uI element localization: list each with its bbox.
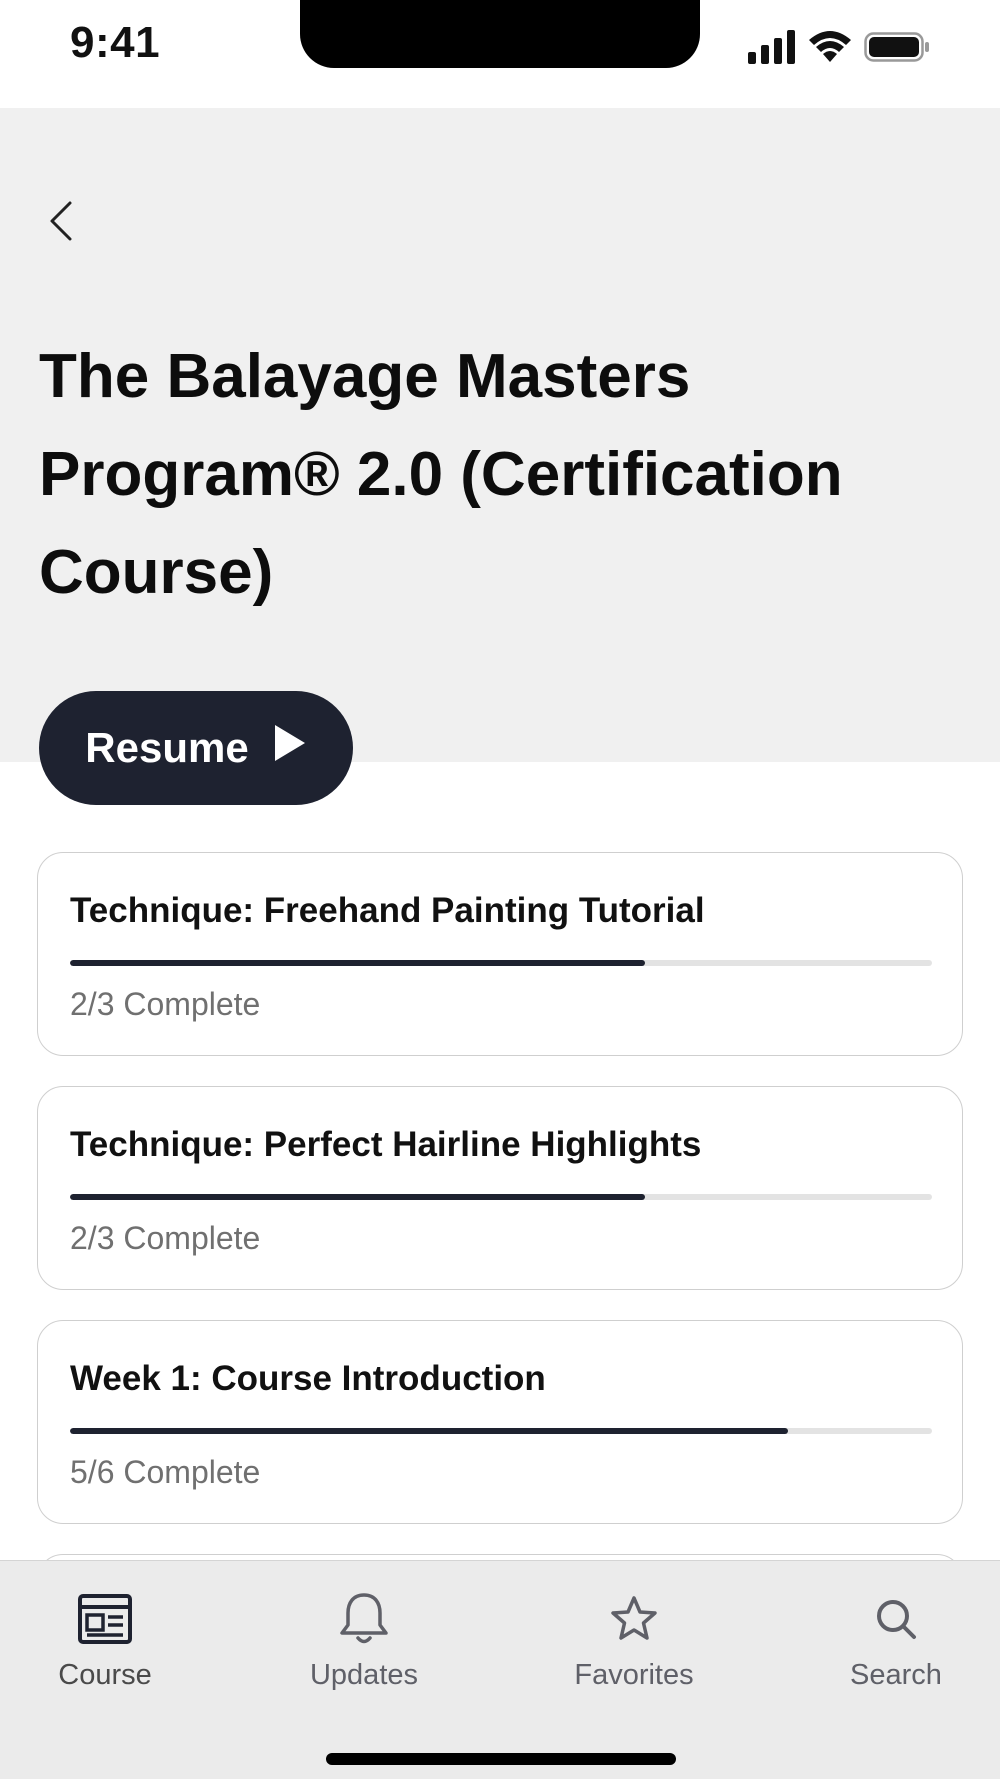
module-card[interactable]: Week 1: Course Introduction 5/6 Complete [37, 1320, 963, 1524]
home-indicator[interactable] [326, 1753, 676, 1765]
progress-bar [70, 1428, 932, 1434]
course-icon [75, 1589, 135, 1649]
tab-search[interactable]: Search [806, 1589, 986, 1692]
device-notch [300, 0, 700, 68]
tab-course[interactable]: Course [15, 1589, 195, 1692]
battery-icon [864, 30, 930, 69]
page-title: The Balayage Masters Program® 2.0 (Certi… [39, 342, 843, 607]
module-status: 2/3 Complete [70, 986, 261, 1022]
status-icons [748, 30, 930, 69]
tab-label: Search [850, 1659, 942, 1691]
bottom-tab-bar: Course Updates Favorites Search [0, 1560, 1000, 1779]
module-title: Week 1: Course Introduction [70, 1359, 546, 1398]
tab-label: Favorites [574, 1659, 694, 1691]
resume-label: Resume [85, 724, 249, 771]
status-bar: 9:41 [0, 0, 1000, 108]
module-card[interactable]: Technique: Perfect Hairline Highlights 2… [37, 1086, 963, 1290]
tab-favorites[interactable]: Favorites [544, 1589, 724, 1692]
course-header: The Balayage Masters Program® 2.0 (Certi… [0, 108, 1000, 762]
module-status: 2/3 Complete [70, 1220, 261, 1256]
tab-updates[interactable]: Updates [274, 1589, 454, 1692]
star-icon [604, 1589, 664, 1649]
status-time: 9:41 [70, 18, 161, 67]
tab-label: Course [58, 1659, 152, 1691]
progress-fill [70, 960, 645, 966]
play-icon [273, 723, 307, 773]
resume-button[interactable]: Resume [39, 691, 353, 805]
wifi-icon [808, 30, 852, 69]
progress-fill [70, 1194, 645, 1200]
module-list: Technique: Freehand Painting Tutorial 2/… [37, 852, 963, 1644]
tab-label: Updates [309, 1659, 418, 1691]
cellular-signal-icon [748, 30, 796, 69]
module-title: Technique: Freehand Painting Tutorial [70, 891, 705, 930]
progress-bar [70, 1194, 932, 1200]
progress-bar [70, 960, 932, 966]
module-card[interactable]: Technique: Freehand Painting Tutorial 2/… [37, 852, 963, 1056]
chevron-left-icon [46, 199, 76, 248]
search-icon [866, 1589, 926, 1649]
progress-fill [70, 1428, 789, 1434]
module-status: 5/6 Complete [70, 1454, 261, 1490]
module-title: Technique: Perfect Hairline Highlights [70, 1125, 702, 1164]
back-button[interactable] [36, 193, 86, 253]
bell-icon [334, 1589, 394, 1649]
